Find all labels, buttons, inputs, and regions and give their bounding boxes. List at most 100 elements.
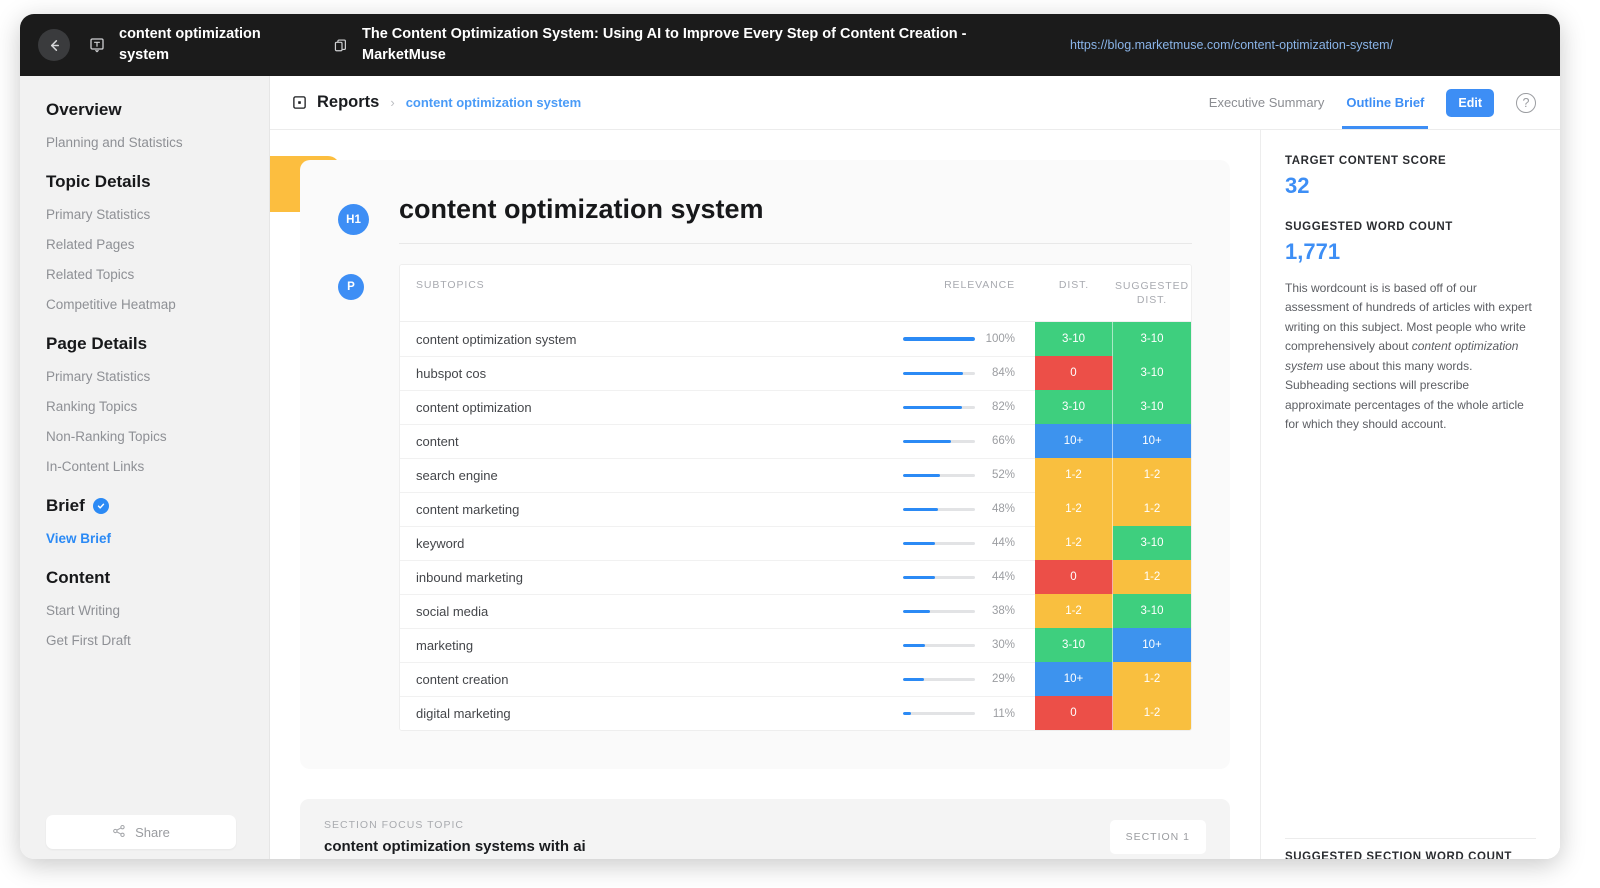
table-row[interactable]: social media 38% 1-2 3-10 — [400, 594, 1191, 629]
cell-relevance: 84% — [845, 356, 1035, 391]
h1-heading-text[interactable]: content optimization system — [399, 194, 1192, 244]
cell-subtopic: search engine — [400, 458, 845, 493]
table-row[interactable]: content marketing 48% 1-2 1-2 — [400, 492, 1191, 527]
wordcount-note: This wordcount is is based off of our as… — [1285, 279, 1536, 435]
sidebar-item-in-content-links[interactable]: In-Content Links — [20, 459, 269, 474]
dist-chip: 1-2 — [1035, 492, 1113, 527]
relevance-value: 11% — [992, 707, 1015, 720]
suggested-dist-chip: 3-10 — [1113, 356, 1191, 391]
cell-dist: 1-2 — [1035, 492, 1113, 527]
tab-outline-brief[interactable]: Outline Brief — [1342, 95, 1429, 129]
dist-chip: 0 — [1035, 356, 1113, 391]
relevance-bar-track — [903, 541, 975, 546]
sidebar-item-get-first-draft[interactable]: Get First Draft — [20, 633, 269, 648]
suggested-dist-chip: 3-10 — [1113, 322, 1191, 357]
relevance-bar-fill — [903, 575, 935, 580]
cell-relevance: 100% — [845, 321, 1035, 357]
table-row[interactable]: marketing 30% 3-10 10+ — [400, 628, 1191, 663]
relevance-bar-fill — [903, 507, 938, 512]
dist-chip: 3-10 — [1035, 628, 1113, 663]
dist-chip: 0 — [1035, 560, 1113, 595]
relevance-bar-track — [903, 405, 975, 410]
sidebar-item-related-pages[interactable]: Related Pages — [20, 237, 269, 252]
section-number-pill[interactable]: SECTION 1 — [1109, 820, 1206, 855]
cell-relevance: 30% — [845, 628, 1035, 663]
breadcrumb-reports[interactable]: Reports — [317, 93, 379, 112]
sidebar-item-start-writing[interactable]: Start Writing — [20, 603, 269, 618]
table-body: content optimization system 100% 3-10 3-10 h… — [400, 321, 1191, 731]
back-button[interactable] — [38, 29, 70, 61]
cell-dist: 3-10 — [1035, 628, 1113, 663]
arrow-left-icon — [47, 38, 62, 53]
relevance-value: 66% — [991, 435, 1015, 448]
h1-badge[interactable]: H1 — [338, 204, 369, 235]
cell-relevance: 48% — [845, 492, 1035, 527]
sidebar-item-view-brief[interactable]: View Brief — [20, 531, 269, 546]
suggested-section-word-count-label: SUGGESTED SECTION WORD COUNT — [1285, 851, 1513, 859]
main-column: Reports › content optimization system Ex… — [269, 76, 1560, 859]
relevance-value: 44% — [991, 537, 1015, 550]
share-button[interactable]: Share — [46, 815, 236, 849]
relevance-bar-fill — [903, 677, 924, 682]
question-circle-icon[interactable]: ? — [1516, 92, 1536, 113]
table-row[interactable]: keyword 44% 1-2 3-10 — [400, 526, 1191, 561]
edit-button[interactable]: Edit — [1446, 88, 1494, 117]
cell-relevance: 29% — [845, 662, 1035, 697]
target-content-score-label: TARGET CONTENT SCORE — [1285, 155, 1447, 167]
table-row[interactable]: search engine 52% 1-2 1-2 — [400, 458, 1191, 493]
table-row[interactable]: content optimization system 100% 3-10 3-10 — [400, 321, 1191, 357]
table-row[interactable]: content 66% 10+ 10+ — [400, 424, 1191, 459]
relevance-value: 44% — [991, 571, 1015, 584]
relevance-bar-track — [903, 677, 975, 682]
table-row[interactable]: content creation 29% 10+ 1-2 — [400, 662, 1191, 697]
left-sidebar: Overview Planning and Statistics Topic D… — [20, 76, 269, 859]
sidebar-item-ranking-topics[interactable]: Ranking Topics — [20, 399, 269, 414]
sidebar-heading-content: Content — [46, 568, 111, 587]
relevance-value: 30% — [991, 639, 1015, 652]
tab-executive-summary[interactable]: Executive Summary — [1209, 95, 1325, 110]
suggested-dist-chip: 3-10 — [1113, 526, 1191, 561]
relevance-bar-track — [903, 439, 975, 444]
paragraph-row: P SUBTOPICS RELEVANCE DIST. SUGGESTED DI — [338, 264, 1192, 732]
topbar-url-link[interactable]: https://blog.marketmuse.com/content-opti… — [1070, 36, 1420, 55]
cell-relevance: 38% — [845, 594, 1035, 629]
sidebar-item-topic-primary-statistics[interactable]: Primary Statistics — [20, 207, 269, 222]
col-relevance: RELEVANCE — [845, 265, 1035, 323]
right-panel: TARGET CONTENT SCORE 32 SUGGESTED WORD C… — [1260, 130, 1560, 859]
page-copy-icon — [332, 37, 348, 53]
outline-card: H1 content optimization system P SUBTOPI… — [300, 160, 1230, 770]
relevance-value: 100% — [985, 333, 1015, 346]
cell-relevance: 66% — [845, 424, 1035, 459]
sidebar-item-related-topics[interactable]: Related Topics — [20, 267, 269, 282]
sidebar-item-competitive-heatmap[interactable]: Competitive Heatmap — [20, 297, 269, 312]
suggested-dist-chip: 3-10 — [1113, 594, 1191, 629]
breadcrumb-current[interactable]: content optimization system — [406, 95, 582, 110]
cell-suggested-dist: 1-2 — [1113, 696, 1191, 731]
share-button-label: Share — [135, 824, 170, 840]
cell-relevance: 11% — [845, 696, 1035, 731]
table-row[interactable]: hubspot cos 84% 0 3-10 — [400, 356, 1191, 391]
sidebar-heading-brief-label: Brief — [46, 496, 85, 515]
relevance-bar-fill — [903, 337, 975, 341]
relevance-bar-fill — [903, 541, 935, 546]
p-badge[interactable]: P — [338, 274, 364, 300]
table-row[interactable]: digital marketing 11% 0 1-2 — [400, 696, 1191, 731]
section-focus-card: SECTION FOCUS TOPIC content optimization… — [300, 799, 1230, 859]
table-row[interactable]: inbound marketing 44% 0 1-2 — [400, 560, 1191, 595]
relevance-bar-fill — [903, 609, 931, 614]
section-focus-label: SECTION FOCUS TOPIC — [324, 819, 464, 832]
sidebar-item-non-ranking-topics[interactable]: Non-Ranking Topics — [20, 429, 269, 444]
dist-chip: 3-10 — [1035, 390, 1113, 425]
table-row[interactable]: content optimization 82% 3-10 3-10 — [400, 390, 1191, 425]
sidebar-item-planning-and-statistics[interactable]: Planning and Statistics — [20, 135, 269, 150]
cell-dist: 0 — [1035, 696, 1113, 731]
relevance-bar-fill — [903, 371, 964, 376]
relevance-bar-fill — [903, 711, 911, 716]
section-focus-title[interactable]: content optimization systems with ai — [324, 838, 586, 855]
sidebar-item-page-primary-statistics[interactable]: Primary Statistics — [20, 369, 269, 384]
cell-dist: 1-2 — [1035, 458, 1113, 493]
verified-check-icon — [92, 498, 109, 514]
cell-dist: 0 — [1035, 560, 1113, 595]
dist-chip: 10+ — [1035, 424, 1113, 459]
relevance-bar-track — [903, 575, 975, 580]
